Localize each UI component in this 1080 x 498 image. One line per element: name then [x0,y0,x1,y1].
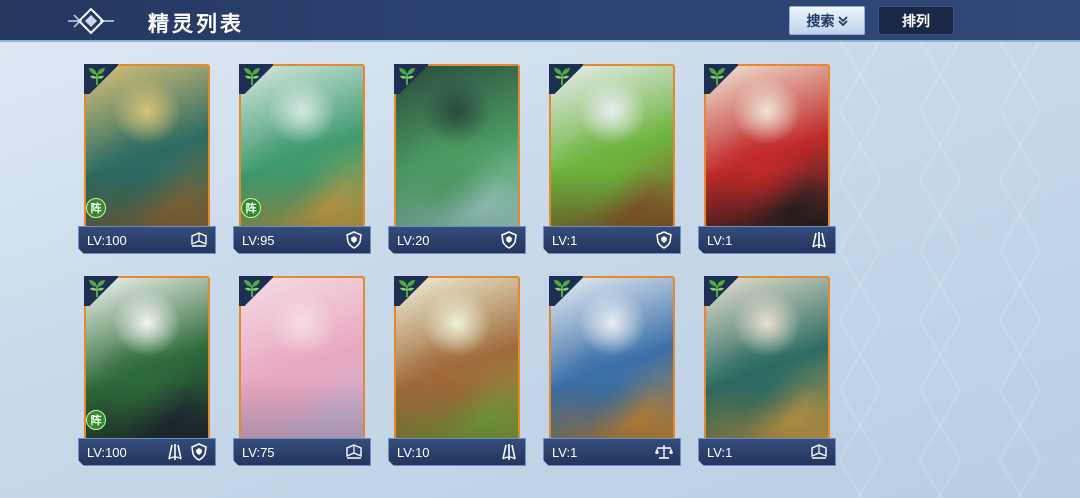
level-plate: LV:95 [233,226,371,254]
level-label: LV:75 [242,445,275,460]
leaf-element-icon [89,280,105,297]
class-icons [654,442,674,462]
book-icon [344,442,364,462]
shield-icon [654,230,674,250]
search-button-label: 搜索 [806,12,835,29]
class-icons [344,230,364,250]
claw-icon [809,230,829,250]
level-label: LV:1 [707,233,733,248]
class-icons [809,230,829,250]
level-label: LV:100 [87,445,127,460]
class-icons [189,230,209,250]
level-plate: LV:1 [698,438,836,466]
formation-badge: 阵 [86,198,106,218]
level-label: LV:100 [87,233,127,248]
level-label: LV:1 [552,233,578,248]
level-plate: LV:75 [233,438,371,466]
level-plate: LV:1 [543,226,681,254]
spirit-card[interactable]: LV:10 [388,274,526,468]
leaf-element-icon [554,280,570,297]
level-label: LV:95 [242,233,275,248]
shield-icon [344,230,364,250]
search-button[interactable]: 搜索 [789,6,865,35]
class-icons [499,442,519,462]
spirit-card[interactable]: LV:1 [698,274,836,468]
leaf-element-icon [244,280,260,297]
leaf-element-icon [89,68,105,85]
level-label: LV:10 [397,445,430,460]
spirit-emblem-icon [68,7,114,35]
class-icons [654,230,674,250]
spirit-grid: 阵 LV:100 阵 LV:95 LV:20 LV:1 LV:1 阵 LV:100 LV:75 LV… [78,62,836,468]
level-label: LV:20 [397,233,430,248]
class-icons [344,442,364,462]
claw-icon [165,442,185,462]
leaf-element-icon [244,68,260,85]
spirit-card[interactable]: LV:20 [388,62,526,256]
leaf-element-icon [709,68,725,85]
page-title: 精灵列表 [148,13,244,36]
spirit-card[interactable]: LV:1 [543,274,681,468]
top-bar: 精灵列表 搜索 排列 [0,0,1080,42]
class-icons [499,230,519,250]
claw-icon [499,442,519,462]
leaf-element-icon [399,280,415,297]
spirit-card[interactable]: LV:1 [543,62,681,256]
spirit-card[interactable]: LV:1 [698,62,836,256]
level-plate: LV:20 [388,226,526,254]
book-icon [189,230,209,250]
background-pattern [820,40,1080,498]
double-chevron-down-icon [837,15,848,26]
leaf-element-icon [554,68,570,85]
level-plate: LV:100 [78,438,216,466]
spirit-card[interactable]: 阵 LV:95 [233,62,371,256]
spirit-card[interactable]: LV:75 [233,274,371,468]
sort-button[interactable]: 排列 [878,6,954,35]
shield-icon [499,230,519,250]
level-plate: LV:1 [698,226,836,254]
level-plate: LV:100 [78,226,216,254]
shield-icon [189,442,209,462]
spirit-card[interactable]: 阵 LV:100 [78,62,216,256]
leaf-element-icon [709,280,725,297]
scale-icon [654,442,674,462]
level-plate: LV:1 [543,438,681,466]
level-label: LV:1 [707,445,733,460]
class-icons [809,442,829,462]
formation-badge: 阵 [86,410,106,430]
class-icons [165,442,209,462]
book-icon [809,442,829,462]
spirit-card[interactable]: 阵 LV:100 [78,274,216,468]
level-label: LV:1 [552,445,578,460]
formation-badge: 阵 [241,198,261,218]
level-plate: LV:10 [388,438,526,466]
leaf-element-icon [399,68,415,85]
